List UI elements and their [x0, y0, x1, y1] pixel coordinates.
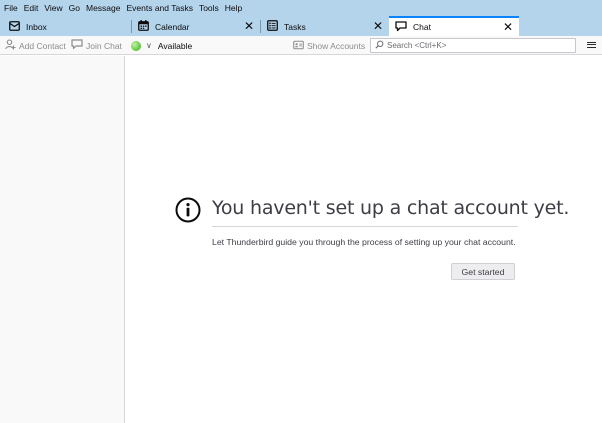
tab-tasks[interactable]: Tasks ✕	[261, 17, 389, 36]
status-selector[interactable]: ∨ Available	[131, 38, 192, 53]
chat-icon	[395, 20, 407, 34]
hamburger-icon	[587, 41, 596, 43]
hamburger-icon	[587, 47, 596, 49]
search-input[interactable]	[387, 39, 575, 52]
tab-strip: Inbox Calendar ✕ Tasks ✕ Chat ✕	[0, 16, 602, 36]
menu-view[interactable]: View	[44, 0, 62, 17]
menu-help[interactable]: Help	[225, 0, 242, 17]
status-label: Available	[157, 40, 193, 51]
close-icon[interactable]: ✕	[244, 19, 254, 34]
info-icon	[175, 197, 201, 223]
join-chat-button[interactable]: Join Chat	[71, 38, 122, 53]
get-started-button[interactable]: Get started	[451, 263, 515, 280]
contacts-pane[interactable]	[0, 56, 125, 423]
menu-edit[interactable]: Edit	[24, 0, 39, 17]
tab-inbox[interactable]: Inbox	[3, 17, 131, 36]
tasks-icon	[267, 20, 278, 33]
show-accounts-label: Show Accounts	[307, 40, 366, 51]
tab-chat[interactable]: Chat ✕	[389, 16, 519, 36]
menubar: File Edit View Go Message Events and Tas…	[0, 0, 602, 17]
chat-icon	[71, 39, 83, 52]
search-box[interactable]	[370, 38, 576, 53]
accounts-icon	[293, 40, 304, 52]
divider	[212, 226, 518, 227]
menu-tools[interactable]: Tools	[199, 0, 219, 17]
menu-events-and-tasks[interactable]: Events and Tasks	[126, 0, 192, 17]
tab-label: Chat	[413, 22, 431, 32]
app-menu-button[interactable]	[586, 39, 597, 51]
tab-label: Calendar	[155, 21, 190, 32]
close-icon[interactable]: ✕	[503, 20, 513, 35]
titlebar: File Edit View Go Message Events and Tas…	[0, 0, 602, 36]
chevron-down-icon: ∨	[146, 41, 152, 50]
chat-toolbar: Add Contact Join Chat ∨ Available Show A…	[0, 36, 602, 55]
join-chat-label: Join Chat	[86, 40, 122, 51]
tab-calendar[interactable]: Calendar ✕	[132, 17, 260, 36]
tab-label: Tasks	[284, 21, 306, 32]
mail-icon	[9, 20, 20, 33]
close-icon[interactable]: ✕	[373, 19, 383, 34]
menu-message[interactable]: Message	[86, 0, 121, 17]
menu-file[interactable]: File	[4, 0, 18, 17]
add-contact-label: Add Contact	[19, 40, 66, 51]
menu-go[interactable]: Go	[69, 0, 80, 17]
add-contact-icon	[5, 39, 16, 52]
hamburger-icon	[587, 44, 596, 46]
show-accounts-button[interactable]: Show Accounts	[293, 38, 365, 53]
empty-state-description: Let Thunderbird guide you through the pr…	[212, 237, 516, 247]
calendar-icon	[138, 20, 149, 33]
thunderbird-window: File Edit View Go Message Events and Tas…	[0, 0, 602, 423]
search-icon	[375, 40, 384, 51]
add-contact-button[interactable]: Add Contact	[5, 38, 66, 53]
status-available-icon	[131, 40, 141, 51]
tab-label: Inbox	[26, 21, 47, 32]
empty-state-heading: You haven't set up a chat account yet.	[212, 197, 570, 219]
